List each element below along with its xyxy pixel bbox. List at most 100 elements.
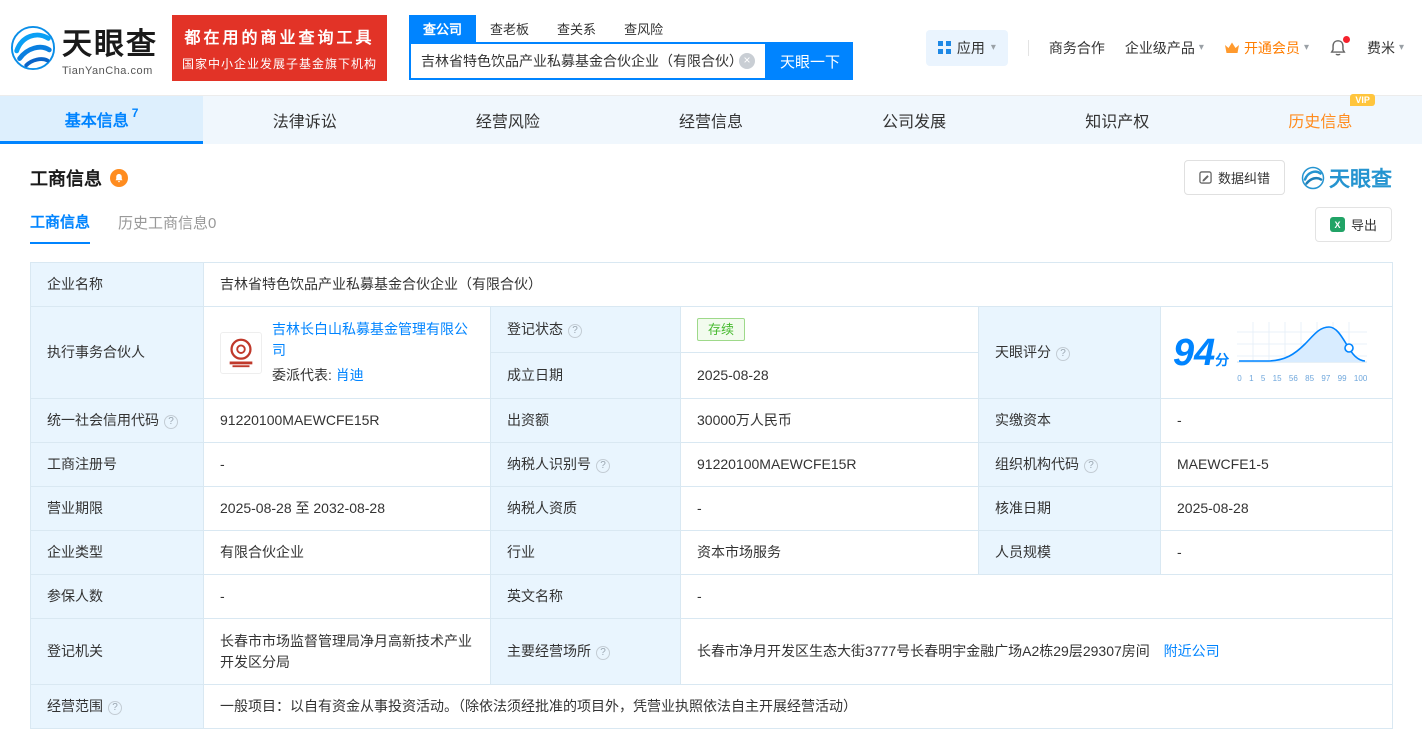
field-label: 组织机构代码? xyxy=(978,442,1161,487)
field-label: 参保人数 xyxy=(30,574,204,619)
menu-enterprise-products[interactable]: 企业级产品 ▾ xyxy=(1125,38,1204,58)
help-icon[interactable]: ? xyxy=(164,414,178,429)
chevron-down-icon: ▾ xyxy=(1303,42,1309,53)
partner-company-logo xyxy=(220,331,262,374)
field-value: 资本市场服务 xyxy=(680,530,979,575)
field-value: 2025-08-28 xyxy=(1160,486,1393,531)
watermark-logo: 天眼查 xyxy=(1301,163,1392,193)
score-curve-chart: 01 5 15 56 85 97 99 100 xyxy=(1237,320,1368,385)
field-label: 纳税人资质 xyxy=(490,486,681,531)
tab-label: 公司发展 xyxy=(882,114,947,131)
field-value: 一般项目：以自有资金从事投资活动。（除依法须经批准的项目外，凭营业执照依法自主开… xyxy=(203,684,1393,729)
correction-icon xyxy=(1199,171,1212,184)
menu-open-vip[interactable]: 开通会员 ▾ xyxy=(1224,38,1309,58)
chevron-down-icon: ▾ xyxy=(1198,42,1204,53)
table-row: 营业期限 2025-08-28 至 2032-08-28 纳税人资质 - 核准日… xyxy=(30,486,1393,531)
help-icon[interactable]: ? xyxy=(1056,346,1070,361)
score-value: 94 xyxy=(1173,331,1216,374)
help-icon[interactable]: ? xyxy=(596,458,610,473)
subtab-business-info[interactable]: 工商信息 xyxy=(30,211,91,244)
table-row: 登记机关 长春市市场监督管理局净月高新技术产业开发区分局 主要经营场所? 长春市… xyxy=(30,618,1393,685)
search-box: × xyxy=(409,42,768,80)
apps-menu[interactable]: 应用 ▾ xyxy=(925,29,1008,66)
rep-name-link[interactable]: 肖迪 xyxy=(336,367,364,383)
company-nav-tabs: 基本信息 7 法律诉讼 经营风险 经营信息 公司发展 知识产权 历史信息 VIP xyxy=(0,94,1422,144)
tab-label: 历史信息 xyxy=(1288,114,1353,131)
tab-history-info[interactable]: 历史信息 VIP xyxy=(1219,94,1422,144)
tab-basic-info[interactable]: 基本信息 7 xyxy=(0,96,204,144)
tab-label: 经营风险 xyxy=(475,114,540,131)
logo-swirl-icon xyxy=(10,25,56,70)
menu-enterprise-label: 企业级产品 xyxy=(1124,39,1195,56)
subtab-history-business-info[interactable]: 历史工商信息0 xyxy=(118,212,216,243)
search-tabs: 查公司 查老板 查关系 查风险 xyxy=(409,15,853,42)
field-label: 主要经营场所? xyxy=(490,618,681,685)
table-row: 企业类型 有限合伙企业 行业 资本市场服务 人员规模 - xyxy=(30,530,1393,575)
field-label: 工商注册号 xyxy=(30,442,204,487)
clear-icon[interactable]: × xyxy=(739,53,756,69)
table-row: 统一社会信用代码? 91220100MAEWCFE15R 出资额 30000万人… xyxy=(30,398,1393,443)
score-unit: 分 xyxy=(1215,351,1230,368)
field-value: 长春市市场监督管理局净月高新技术产业开发区分局 xyxy=(203,618,491,685)
data-correction-label: 数据纠错 xyxy=(1217,171,1270,186)
field-label: 纳税人识别号? xyxy=(490,442,681,487)
tianyancha-logo[interactable]: 天眼查 TianYanCha.com xyxy=(10,19,158,77)
nearby-companies-link[interactable]: 附近公司 xyxy=(1164,643,1220,659)
subscribe-bell-icon[interactable] xyxy=(110,168,128,187)
field-label: 营业期限 xyxy=(30,486,204,531)
field-value: - xyxy=(680,486,979,531)
export-button[interactable]: X 导出 xyxy=(1314,207,1392,242)
company-name: 吉林省特色饮品产业私募基金合伙企业（有限合伙） xyxy=(220,276,542,292)
table-row: 参保人数 - 英文名称 - xyxy=(30,574,1393,619)
field-value: 2025-08-28 至 2032-08-28 xyxy=(203,486,491,531)
bell-icon[interactable] xyxy=(1329,35,1350,57)
help-icon[interactable]: ? xyxy=(1084,458,1098,473)
user-menu[interactable]: 费米 ▾ xyxy=(1367,38,1404,58)
tab-operation-info[interactable]: 经营信息 xyxy=(609,96,812,144)
watermark-swirl-icon xyxy=(1301,166,1325,189)
partner-company-link[interactable]: 吉林长白山私募基金管理有限公司 xyxy=(272,321,468,358)
tab-company-development[interactable]: 公司发展 xyxy=(813,96,1016,144)
business-scope: 一般项目：以自有资金从事投资活动。（除依法须经批准的项目外，凭营业执照依法自主开… xyxy=(220,698,857,714)
search-tab-boss[interactable]: 查老板 xyxy=(476,15,543,42)
tianyan-score[interactable]: 94分 01 5 15 56 85 97 99 100 xyxy=(1173,320,1384,385)
field-value: 吉林省特色饮品产业私募基金合伙企业（有限合伙） xyxy=(203,262,1393,307)
tab-intellectual-property[interactable]: 知识产权 xyxy=(1016,96,1219,144)
field-value: - xyxy=(1160,398,1393,443)
field-value: - xyxy=(1160,530,1393,575)
field-label: 登记机关 xyxy=(30,618,204,685)
tab-label: 基本信息 xyxy=(64,112,129,130)
chevron-down-icon: ▾ xyxy=(990,42,996,53)
rep-prefix: 委派代表: xyxy=(272,367,332,383)
help-icon[interactable]: ? xyxy=(108,700,122,715)
slogan-banner: 都在用的商业查询工具 国家中小企业发展子基金旗下机构 xyxy=(172,14,388,81)
search-input[interactable] xyxy=(421,53,740,69)
established-date: 2025-08-28 xyxy=(697,367,769,383)
field-label: 企业名称 xyxy=(30,262,204,307)
field-value: 长春市净月开发区生态大街3777号长春明宇金融广场A2栋29层29307房间 附… xyxy=(680,618,1393,685)
brand-domain: TianYanCha.com xyxy=(62,64,153,77)
field-label: 成立日期 xyxy=(490,352,681,399)
search-tab-relation[interactable]: 查关系 xyxy=(543,15,610,42)
tab-legal-proceedings[interactable]: 法律诉讼 xyxy=(203,96,406,144)
search-tab-company[interactable]: 查公司 xyxy=(409,15,477,42)
data-correction-button[interactable]: 数据纠错 xyxy=(1183,160,1285,195)
menu-business-cooperation[interactable]: 商务合作 xyxy=(1049,38,1105,58)
chevron-down-icon: ▾ xyxy=(1398,42,1404,53)
notification-dot xyxy=(1342,35,1350,43)
table-row: 执行事务合伙人 吉林长白山私募基金管理有限公司 委派代表: 肖迪 登记状态 ? … xyxy=(30,306,1393,399)
top-header: 天眼查 TianYanCha.com 都在用的商业查询工具 国家中小企业发展子基… xyxy=(0,0,1422,96)
slogan-line1: 都在用的商业查询工具 xyxy=(184,29,375,47)
score-axis-labels: 01 5 15 56 85 97 99 100 xyxy=(1237,374,1368,383)
help-icon[interactable]: ? xyxy=(568,323,582,338)
divider xyxy=(1027,39,1029,56)
search-tab-risk[interactable]: 查风险 xyxy=(610,15,677,42)
search-button[interactable]: 天眼一下 xyxy=(767,42,854,80)
field-value: 30000万人民币 xyxy=(680,398,979,443)
field-value: 2025-08-28 xyxy=(680,352,979,399)
help-icon[interactable]: ? xyxy=(596,645,610,660)
tab-operation-risk[interactable]: 经营风险 xyxy=(406,96,609,144)
field-label: 登记状态? xyxy=(490,306,681,353)
username: 费米 xyxy=(1366,39,1395,56)
registration-authority: 长春市市场监督管理局净月高新技术产业开发区分局 xyxy=(220,632,472,670)
